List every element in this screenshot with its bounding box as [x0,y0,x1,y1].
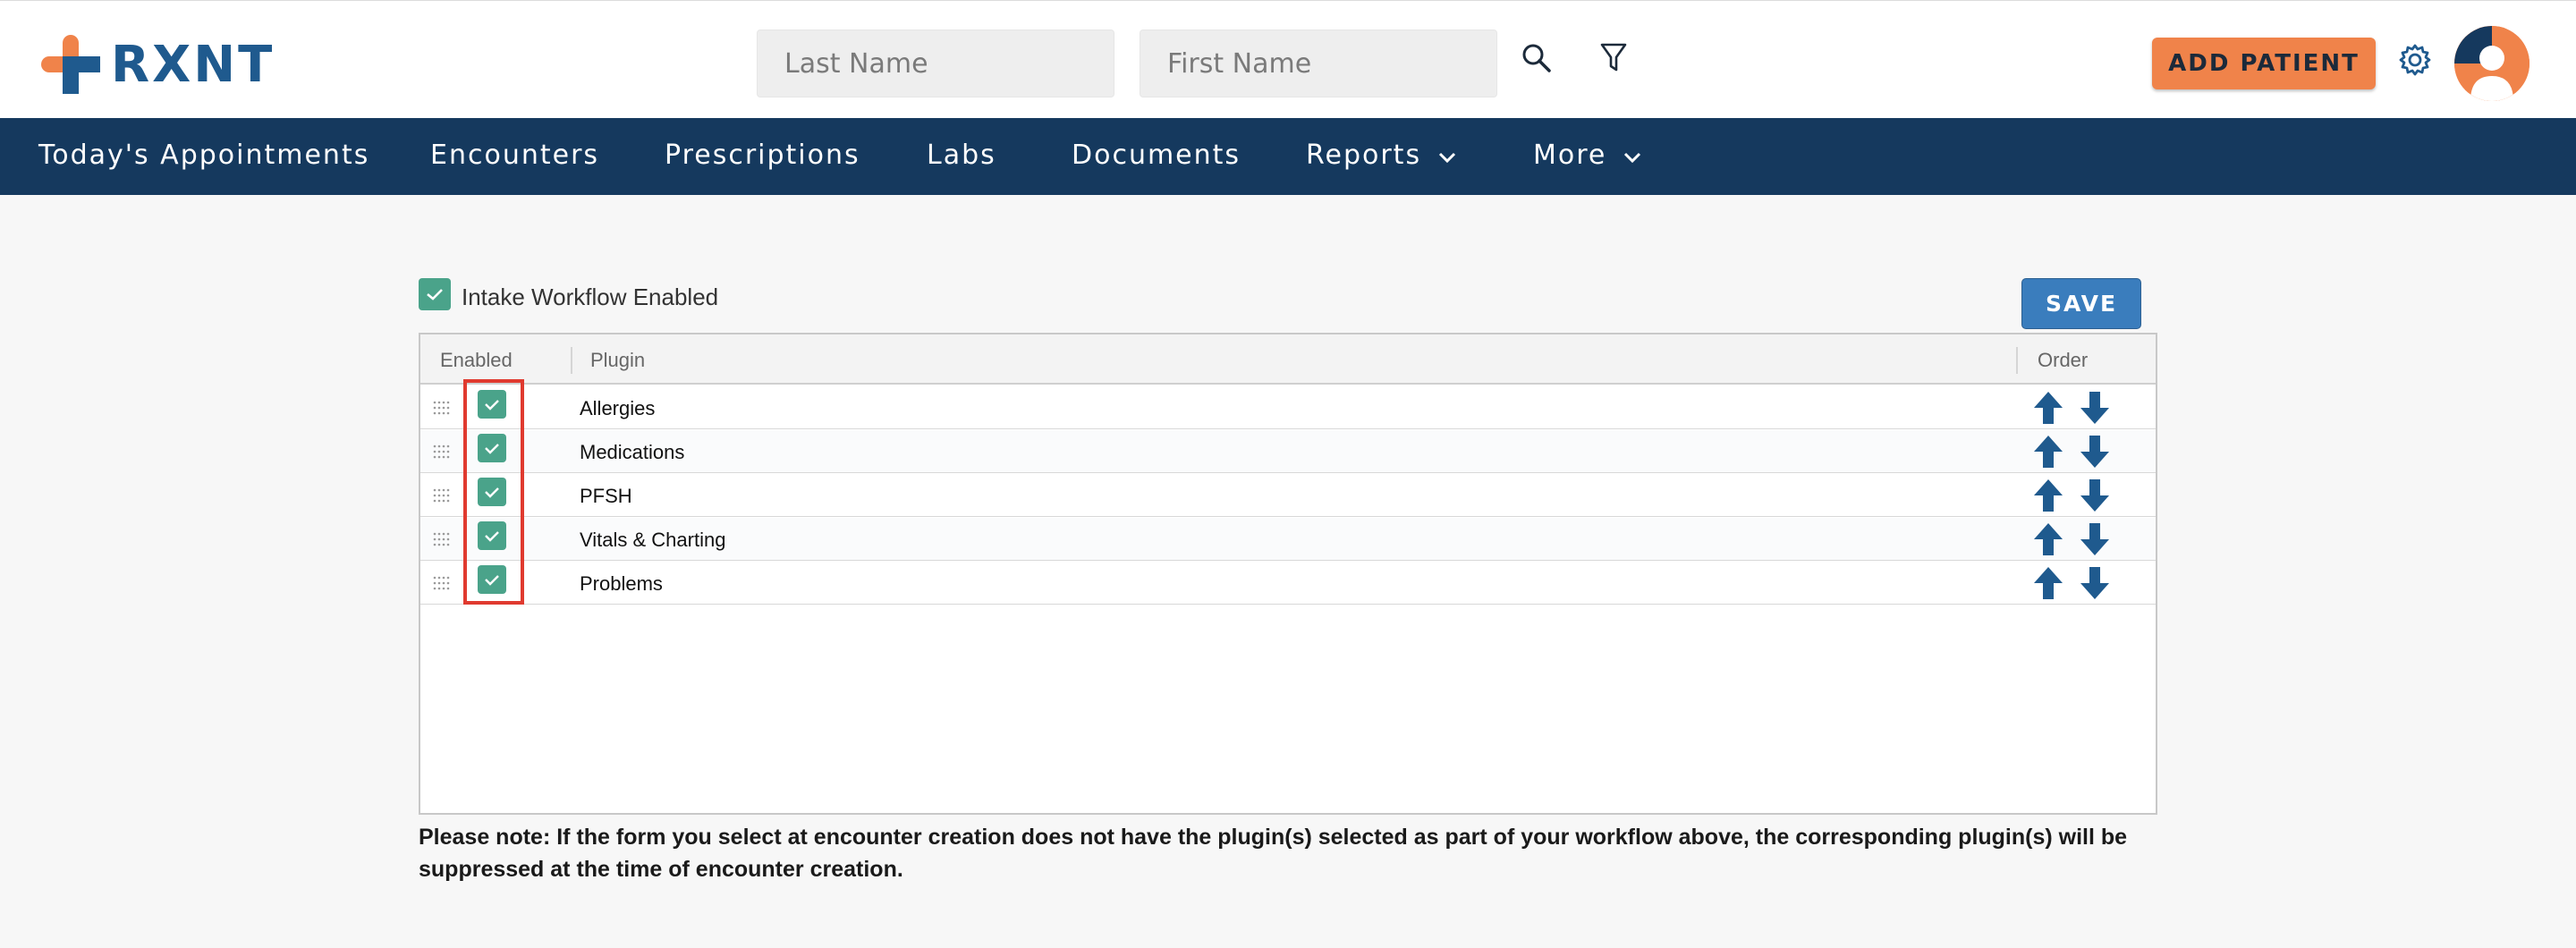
plugin-name: Problems [580,572,663,595]
table-row[interactable]: Problems [420,562,2156,605]
gear-icon[interactable] [2394,38,2436,81]
logo-cross-icon [41,35,100,94]
move-down-arrow-icon[interactable] [2079,390,2111,426]
main-nav: Today's Appointments Encounters Prescrip… [0,118,2576,195]
rxnt-logo[interactable]: RXNT [41,33,275,96]
nav-item-label: Today's Appointments [38,140,370,171]
avatar[interactable] [2454,26,2529,101]
nav-item-labs[interactable]: Labs [927,140,996,171]
move-up-arrow-icon[interactable] [2032,478,2064,513]
plugin-name: PFSH [580,485,632,507]
move-down-arrow-icon[interactable] [2079,478,2111,513]
move-up-arrow-icon[interactable] [2032,565,2064,601]
filter-icon[interactable] [1592,37,1635,80]
move-up-arrow-icon[interactable] [2032,434,2064,470]
table-row[interactable]: Allergies [420,386,2156,429]
table-row[interactable]: Vitals & Charting [420,518,2156,561]
table-row[interactable]: Medications [420,430,2156,473]
last-name-input[interactable] [757,30,1114,97]
chevron-down-icon [1437,140,1457,171]
column-header-plugin[interactable]: Plugin [590,349,645,372]
workflow-note: Please note: If the form you select at e… [419,825,2128,882]
drag-handle-icon[interactable] [433,444,451,460]
search-icon[interactable] [1515,37,1558,80]
plugin-name: Allergies [580,397,656,419]
intake-workflow-toggle[interactable]: Intake Workflow Enabled [419,278,718,310]
nav-item-reports[interactable]: Reports [1306,140,1457,171]
nav-item-label: More [1533,140,1607,171]
move-up-arrow-icon[interactable] [2032,521,2064,557]
nav-item-documents[interactable]: Documents [1072,140,1241,171]
nav-item-label: Prescriptions [665,140,860,171]
nav-item-label: Documents [1072,140,1241,171]
drag-handle-icon[interactable] [433,487,451,504]
move-down-arrow-icon[interactable] [2079,521,2111,557]
table-row[interactable]: PFSH [420,474,2156,517]
nav-item-prescriptions[interactable]: Prescriptions [665,140,860,171]
column-divider [571,347,572,374]
intake-workflow-checkbox[interactable] [419,278,451,310]
drag-handle-icon[interactable] [433,400,451,416]
column-divider [2016,347,2018,374]
column-header-enabled[interactable]: Enabled [440,349,513,372]
column-header-order[interactable]: Order [2038,349,2088,372]
nav-item-label: Labs [927,140,996,171]
add-patient-button[interactable]: ADD PATIENT [2152,38,2376,89]
enabled-column-highlight [463,379,524,605]
logo-text: RXNT [111,35,275,94]
plugin-name: Medications [580,441,685,463]
nav-item-encounters[interactable]: Encounters [430,140,599,171]
nav-item-todays-appointments[interactable]: Today's Appointments [38,140,369,171]
move-down-arrow-icon[interactable] [2079,565,2111,601]
plugin-grid: Enabled Plugin Order Allergies Medicatio… [419,333,2157,815]
nav-item-more[interactable]: More [1533,140,1642,171]
nav-item-label: Reports [1306,140,1422,171]
chevron-down-icon [1623,140,1642,171]
drag-handle-icon[interactable] [433,575,451,591]
intake-workflow-label: Intake Workflow Enabled [462,283,719,310]
move-down-arrow-icon[interactable] [2079,434,2111,470]
first-name-input[interactable] [1140,30,1497,97]
nav-item-label: Encounters [430,140,600,171]
grid-header: Enabled Plugin Order [420,334,2156,385]
drag-handle-icon[interactable] [433,531,451,547]
move-up-arrow-icon[interactable] [2032,390,2064,426]
save-button[interactable]: SAVE [2021,278,2141,329]
top-header: RXNT ADD PATIENT [0,0,2576,118]
plugin-name: Vitals & Charting [580,529,726,551]
